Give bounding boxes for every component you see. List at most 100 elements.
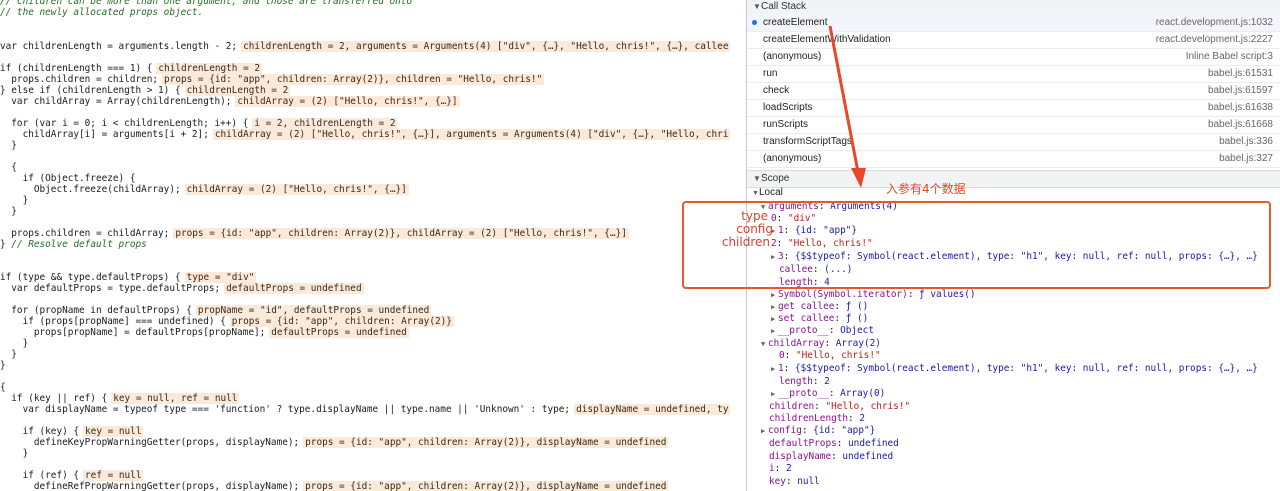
frame-function: createElement [763, 17, 828, 28]
local-scope-toggle[interactable]: ▼Local [752, 187, 783, 200]
arguments-highlight-box [682, 201, 1271, 289]
call-stack-frame[interactable]: (anonymous) babel.js:327 [747, 150, 1280, 168]
inline-value-annotation: props = {id: "app", children: Array(2)} [229, 316, 454, 327]
scope-variable[interactable]: ▶ get callee: ƒ () [771, 301, 868, 313]
inline-value-annotation: key = null, ref = null [111, 393, 240, 404]
inline-value-annotation: childrenLength = 2, arguments = Argument… [241, 41, 731, 52]
caret-right-icon: ▶ [771, 390, 776, 398]
code-line: if (ref) {ref = null [0, 470, 144, 481]
code-line: { [0, 162, 17, 173]
code-line: { [0, 382, 6, 393]
code-line: if (props[propName] === undefined) {prop… [0, 316, 454, 327]
call-stack-frame[interactable]: check babel.js:61597 [747, 82, 1280, 100]
code-line: if (key) {key = null [0, 426, 144, 437]
call-stack-frame[interactable]: transformScriptTags babel.js:336 [747, 133, 1280, 151]
caret-down-icon: ▼ [753, 2, 761, 11]
frame-location[interactable]: Inline Babel script:3 [1186, 48, 1273, 65]
frame-function: transformScriptTags [763, 136, 852, 147]
inline-value-annotation: props = {id: "app", children: Array(2)},… [162, 74, 545, 85]
code-line: var childrenLength = arguments.length - … [0, 41, 731, 52]
frame-function: loadScripts [763, 102, 813, 113]
code-line: } [0, 349, 17, 360]
frame-location[interactable]: babel.js:336 [1219, 133, 1273, 150]
frame-function: (anonymous) [763, 51, 822, 62]
scope-variable[interactable]: ▶ __proto__: Array(0) [771, 388, 885, 400]
scope-variable[interactable]: ▶ set callee: ƒ () [771, 313, 868, 325]
frame-location[interactable]: babel.js:61597 [1208, 82, 1273, 99]
code-line: if (childrenLength === 1) {childrenLengt… [0, 63, 263, 74]
caret-right-icon: ▶ [771, 291, 776, 299]
call-stack-frame[interactable]: loadScripts babel.js:61638 [747, 99, 1280, 117]
scope-variable[interactable]: ▼ childArray: Array(2) [761, 338, 881, 350]
caret-right-icon: ▶ [771, 303, 776, 311]
frame-location[interactable]: babel.js:61668 [1208, 116, 1273, 133]
code-line: } [0, 360, 6, 371]
code-line: if (key || ref) {key = null, ref = null [0, 393, 240, 404]
code-line: if (type && type.defaultProps) {type = "… [0, 272, 257, 283]
inline-value-annotation: i = 2, childrenLength = 2 [252, 118, 398, 129]
frame-function: run [763, 68, 778, 79]
scope-variable[interactable]: key: null [769, 476, 820, 488]
inline-value-annotation: childArray = (2) ["Hello, chris!", {…}],… [212, 129, 731, 140]
scope-title: Scope [761, 173, 790, 184]
inline-value-annotation: props = {id: "app", children: Array(2)},… [303, 481, 669, 491]
code-line: defineRefPropWarningGetter(props, displa… [0, 481, 669, 491]
source-code-pane: // children can be more than one argumen… [0, 0, 746, 491]
frame-location[interactable]: react.development.js:2227 [1156, 31, 1273, 48]
frame-function: (anonymous) [763, 153, 822, 164]
scope-variable[interactable]: defaultProps: undefined [769, 438, 899, 450]
frame-location[interactable]: babel.js:61531 [1208, 65, 1273, 82]
scope-variable[interactable]: 0: "Hello, chris!" [779, 350, 881, 362]
inline-value-annotation: props = {id: "app", children: Array(2)},… [303, 437, 669, 448]
frame-function: runScripts [763, 119, 809, 130]
scope-header[interactable]: ▼ Scope [747, 170, 1280, 188]
frame-location[interactable]: react.development.js:1032 [1156, 14, 1273, 31]
scope-variable[interactable]: ▶ Symbol(Symbol.iterator): ƒ values() [771, 289, 976, 301]
code-line: Object.freeze(childArray); childArray = (… [0, 184, 409, 195]
local-scope-label: Local [759, 187, 783, 198]
inline-value-annotation: childrenLength = 2 [184, 85, 291, 96]
code-line: } [0, 140, 17, 151]
frame-location[interactable]: babel.js:327 [1219, 150, 1273, 167]
code-line: defineKeyPropWarningGetter(props, displa… [0, 437, 669, 448]
code-line: } [0, 338, 29, 349]
inline-value-annotation: childArray = (2) ["Hello, chris!", {…}] [184, 184, 409, 195]
caret-right-icon: ▶ [771, 365, 776, 373]
caret-down-icon: ▼ [761, 340, 766, 348]
scope-variable[interactable]: displayName: undefined [769, 451, 893, 463]
arguments-note: 入参有4个数据 [886, 182, 966, 196]
scope-variable[interactable]: children: "Hello, chris!" [769, 401, 910, 413]
call-stack-frame[interactable]: createElementWithValidation react.develop… [747, 31, 1280, 49]
code-line: } [0, 206, 17, 217]
call-stack-frame[interactable]: (anonymous) Inline Babel script:3 [747, 48, 1280, 66]
scope-variable[interactable]: ▶ __proto__: Object [771, 325, 874, 337]
frame-function: check [763, 85, 790, 96]
current-frame-icon [752, 20, 757, 25]
caret-right-icon: ▶ [761, 427, 766, 435]
scope-variable[interactable]: childrenLength: 2 [769, 413, 865, 425]
scope-variable[interactable]: ▶ 1: {$$typeof: Symbol(react.element), ty… [771, 363, 1258, 375]
caret-down-icon: ▼ [753, 174, 761, 183]
frame-function: createElementWithValidation [763, 34, 891, 45]
code-line: childArray[i] = arguments[i + 2]; childAr… [0, 129, 731, 140]
call-stack-frame[interactable]: run babel.js:61531 [747, 65, 1280, 83]
code-line: var defaultProps = type.defaultProps; def… [0, 283, 364, 294]
scope-variable[interactable]: length: 2 [779, 376, 830, 388]
call-stack-frame[interactable]: createElement react.development.js:1032 [747, 14, 1280, 32]
call-stack-title: Call Stack [761, 1, 807, 12]
call-stack-frame[interactable]: runScripts babel.js:61668 [747, 116, 1280, 134]
inline-value-annotation: defaultProps = undefined [224, 283, 364, 294]
code-line: } [0, 195, 29, 206]
code-line: var displayName = typeof type === 'funct… [0, 404, 731, 415]
inline-value-annotation: ref = null [83, 470, 144, 481]
code-line: props[propName] = defaultProps[propName]… [0, 327, 409, 338]
label-children: children [721, 235, 770, 249]
code-line: for (var i = 0; i < childrenLength; i++)… [0, 118, 398, 129]
code-line: props.children = childArray; props = {id:… [0, 228, 629, 239]
inline-value-annotation: childrenLength = 2 [156, 63, 263, 74]
code-line: if (Object.freeze) { [0, 173, 136, 184]
scope-variable[interactable]: i: 2 [769, 463, 792, 475]
scope-variable[interactable]: ▶ config: {id: "app"} [761, 425, 875, 437]
code-line: // the newly allocated props object. [0, 7, 204, 18]
frame-location[interactable]: babel.js:61638 [1208, 99, 1273, 116]
